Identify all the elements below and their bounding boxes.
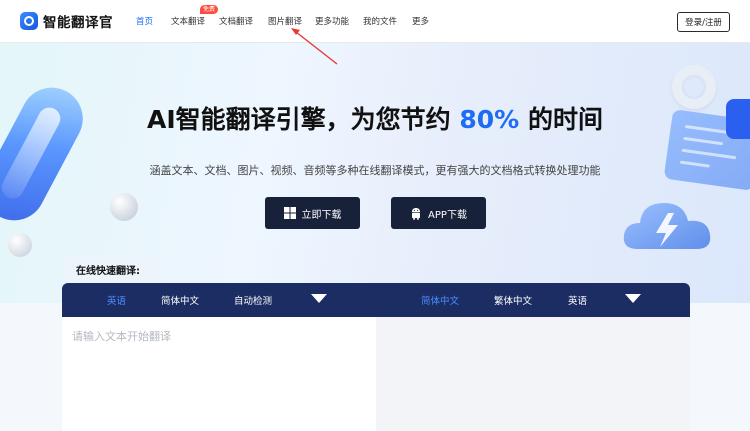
source-lang-dropdown-icon[interactable] <box>311 294 327 303</box>
source-text-placeholder: 请输入文本开始翻译 <box>72 330 171 343</box>
target-lang-traditional-chinese[interactable]: 繁体中文 <box>494 293 532 307</box>
logo-text: 智能翻译官 <box>43 15 113 31</box>
hero-title-highlight: 80% <box>459 105 520 134</box>
language-bar <box>62 283 690 317</box>
nav-my-files[interactable]: 我的文件 <box>363 15 397 27</box>
source-lang-simplified-chinese[interactable]: 简体中文 <box>161 293 199 307</box>
free-badge: 免费 <box>200 5 219 14</box>
logo-icon <box>20 12 38 30</box>
top-navbar: 智能翻译官 首页 文本翻译 免费 文档翻译 图片翻译 更多功能 我的文件 更多 … <box>0 0 750 43</box>
cloud-lightning-icon <box>623 203 711 249</box>
nav-more[interactable]: 更多 <box>412 15 429 27</box>
nav-text-translate[interactable]: 文本翻译 <box>171 15 205 27</box>
target-lang-english[interactable]: 英语 <box>568 293 587 307</box>
sphere-decoration <box>110 193 138 221</box>
hero-title: AI智能翻译引擎，为您节约 80% 的时间 <box>147 105 603 134</box>
quick-translate-label: 在线快速翻译: <box>76 266 140 277</box>
app-download-button[interactable]: APP下载 <box>391 197 486 229</box>
site-logo[interactable]: 智能翻译官 <box>20 10 113 32</box>
nav-doc-translate[interactable]: 文档翻译 <box>219 15 253 27</box>
nav-image-translate[interactable]: 图片翻译 <box>268 15 302 27</box>
source-lang-english[interactable]: 英语 <box>107 293 126 307</box>
windows-download-label: 立即下载 <box>301 209 342 221</box>
target-text-output <box>376 317 690 431</box>
sphere-decoration-small <box>8 233 32 257</box>
app-download-label: APP下载 <box>428 209 467 221</box>
hero-subtitle: 涵盖文本、文档、图片、视频、音频等多种在线翻译模式，更有强大的文档格式转换处理功… <box>149 164 601 177</box>
target-lang-dropdown-icon[interactable] <box>625 294 641 303</box>
windows-icon <box>283 207 296 219</box>
source-lang-auto-detect[interactable]: 自动检测 <box>234 293 272 307</box>
login-register-button[interactable]: 登录/注册 <box>677 12 730 32</box>
nav-home[interactable]: 首页 <box>136 15 153 27</box>
windows-download-button[interactable]: 立即下载 <box>265 197 360 229</box>
android-icon <box>412 207 421 220</box>
target-lang-simplified-chinese[interactable]: 简体中文 <box>421 293 459 307</box>
nav-more-features[interactable]: 更多功能 <box>315 15 349 27</box>
